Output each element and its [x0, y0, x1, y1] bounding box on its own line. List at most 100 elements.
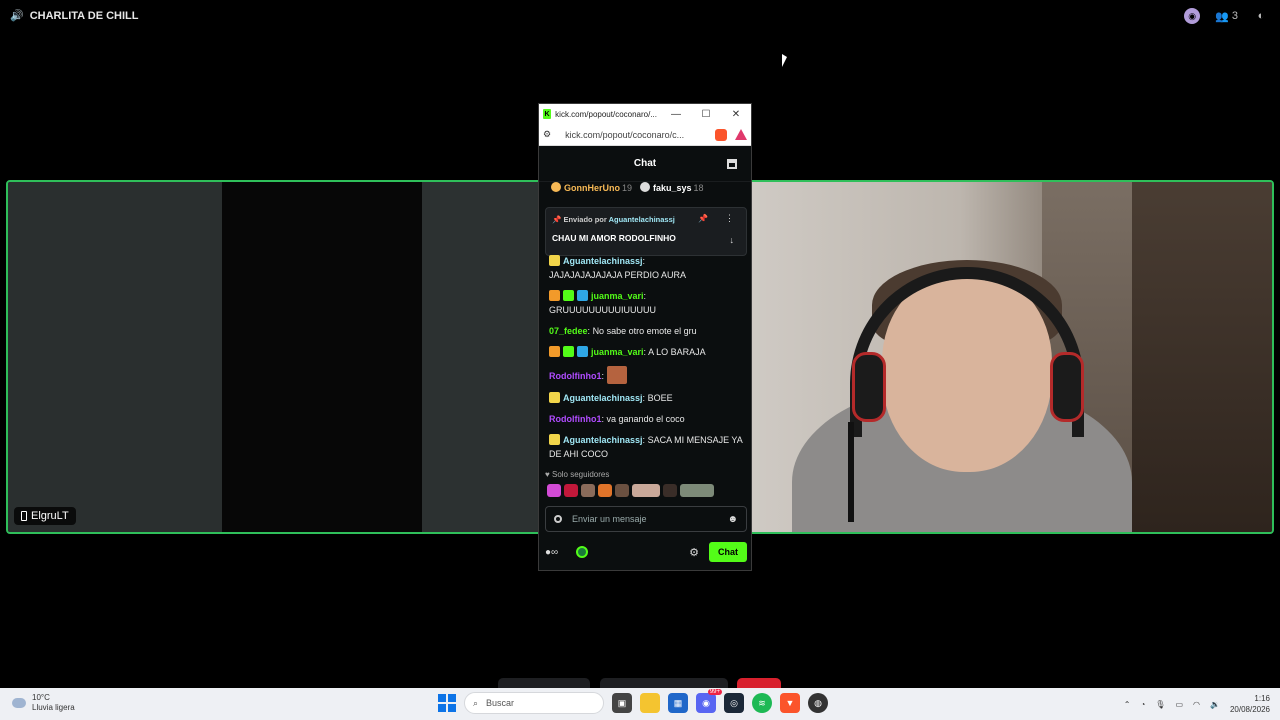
- inbox-icon[interactable]: ◐: [1252, 7, 1270, 25]
- search-icon: ⌕: [473, 697, 479, 708]
- kick-points-icon[interactable]: ●∞: [545, 547, 558, 558]
- rain-cloud-icon: [12, 698, 26, 708]
- spotify-icon[interactable]: ≋: [752, 693, 772, 713]
- url-text[interactable]: kick.com/popout/coconaro/c...: [559, 129, 707, 140]
- taskbar-search[interactable]: ⌕ Buscar: [464, 692, 604, 714]
- wifi-icon[interactable]: ◠: [1193, 700, 1200, 709]
- maximize-button[interactable]: ☐: [691, 109, 721, 120]
- chat-username[interactable]: juanma_vari: [591, 347, 644, 357]
- microsoft-store-icon[interactable]: ▦: [668, 693, 688, 713]
- emote-3[interactable]: [581, 484, 595, 497]
- shield-icon: [554, 515, 562, 523]
- chevron-up-icon[interactable]: ⌃: [1124, 700, 1131, 709]
- chat-message: 07_fedee: No sabe otro emote el gru: [549, 326, 697, 336]
- display-icon[interactable]: ▭: [1175, 700, 1183, 709]
- channel-name: CHARLITA DE CHILL: [29, 9, 139, 22]
- weather-desc: Lluvia ligera: [32, 703, 75, 712]
- task-view-icon[interactable]: ▣: [612, 693, 632, 713]
- obs-icon[interactable]: ◍: [808, 693, 828, 713]
- pinned-message[interactable]: 📌 Enviado por Aguantelachinassj CHAU MI …: [545, 207, 747, 256]
- chat-username[interactable]: Aguantelachinassj: [563, 393, 643, 403]
- volume-icon[interactable]: 🔉: [1210, 700, 1220, 709]
- chat-message: Aguantelachinassj: SACA MI MENSAJE YA DE…: [549, 434, 743, 459]
- chatters-icon[interactable]: [727, 159, 737, 169]
- chat-message-text: GRUUUUUUUUUIUUUUU: [549, 305, 656, 315]
- network-tray-icon[interactable]: ◔: [1140, 700, 1145, 709]
- file-explorer-icon[interactable]: [640, 693, 660, 713]
- chat-username[interactable]: Rodolfinho1: [549, 414, 602, 424]
- member-list-button[interactable]: 👥 3: [1215, 10, 1238, 23]
- screen-share-left: [8, 182, 222, 532]
- chat-username[interactable]: 07_fedee: [549, 326, 588, 336]
- emote-1[interactable]: [547, 484, 561, 497]
- top-gifters-bar: GonnHerUno 19 faku_sys 18: [551, 182, 741, 193]
- discord-taskbar-icon[interactable]: ◉ 99+: [696, 689, 722, 713]
- more-options-icon[interactable]: ⋮: [725, 213, 734, 224]
- emote-4[interactable]: [598, 484, 612, 497]
- weather-widget[interactable]: 10°C Lluvia ligera: [12, 693, 75, 713]
- screen-share-dark-area: [222, 182, 422, 532]
- clock[interactable]: 1:16 20/08/2026: [1230, 693, 1270, 715]
- boost-badge-icon: [577, 290, 588, 301]
- system-tray: ⌃ ◔ 🎙 ▭ ◠ 🔉 1:16 20/08/2026: [1124, 693, 1270, 715]
- call-controls-peek[interactable]: [498, 678, 590, 688]
- disconnect-button-peek[interactable]: [737, 678, 781, 688]
- chat-username[interactable]: Aguantelachinassj: [563, 256, 643, 266]
- microphone-icon[interactable]: 🎙: [1155, 700, 1165, 709]
- chat-input-placeholder[interactable]: Enviar un mensaje: [572, 514, 647, 524]
- steam-icon[interactable]: ◎: [724, 693, 744, 713]
- minimize-button[interactable]: —: [661, 109, 691, 120]
- kick-coin-icon[interactable]: [576, 546, 589, 558]
- windows-taskbar: 10°C Lluvia ligera ⌕ Buscar ▣ ▦ ◉ 99+ ◎ ≋…: [0, 688, 1280, 720]
- emote-5[interactable]: [615, 484, 629, 497]
- pin-icon[interactable]: 📌: [698, 214, 708, 223]
- windows-start-icon[interactable]: [438, 694, 456, 712]
- chat-message-text: No sabe otro emote el gru: [592, 326, 697, 336]
- gear-icon[interactable]: ⚙: [689, 546, 699, 559]
- expand-down-icon[interactable]: ↓: [730, 235, 735, 245]
- weather-temp: 10°C: [32, 693, 50, 702]
- participant-name: ElgruLT: [31, 510, 69, 522]
- chat-message: Aguantelachinassj: JAJAJAJAJAJAJA PERDIO…: [549, 255, 687, 280]
- gifter-2[interactable]: faku_sys 18: [640, 182, 704, 193]
- brave-shield-icon[interactable]: [715, 128, 727, 141]
- emote-8[interactable]: [680, 484, 714, 497]
- chat-emote[interactable]: [606, 366, 627, 384]
- chat-message-text: A LO BARAJA: [648, 347, 706, 357]
- brave-rewards-icon[interactable]: [735, 129, 747, 140]
- address-bar[interactable]: ⚙ kick.com/popout/coconaro/c...: [539, 124, 751, 146]
- chat-input[interactable]: Enviar un mensaje ☻: [545, 506, 747, 532]
- pinned-by: 📌 Enviado por Aguantelachinassj: [552, 215, 675, 224]
- chat-message-text: va ganando el coco: [606, 414, 685, 424]
- emote-2[interactable]: [564, 484, 578, 497]
- chat-username[interactable]: Rodolfinho1: [549, 371, 602, 381]
- voice-channel-header: 🔊 CHARLITA DE CHILL ◉ 👥 3 ◐: [0, 0, 1280, 32]
- clock-time: 1:16: [1254, 694, 1270, 703]
- screen-share-controls-peek[interactable]: [600, 678, 728, 688]
- chat-header: Chat: [539, 146, 751, 182]
- window-titlebar[interactable]: K kick.com/popout/coconaro/... — ☐ ✕: [539, 104, 751, 124]
- chat-username[interactable]: Aguantelachinassj: [563, 435, 643, 445]
- discord-activity-icon[interactable]: ◉: [1183, 7, 1201, 25]
- emote-6[interactable]: [632, 484, 660, 497]
- site-settings-icon[interactable]: ⚙: [543, 129, 551, 140]
- participant-name-tag: ElgruLT: [14, 507, 76, 525]
- send-chat-button[interactable]: Chat: [709, 542, 747, 562]
- emote-7[interactable]: [663, 484, 677, 497]
- brave-browser-icon[interactable]: ▼: [780, 693, 800, 713]
- emoji-picker-icon[interactable]: ☻: [727, 514, 738, 525]
- webcam-feed: [752, 182, 1272, 532]
- chat-username[interactable]: juanma_vari: [591, 291, 644, 301]
- close-button[interactable]: ✕: [721, 109, 751, 120]
- chat-message: juanma_vari: A LO BARAJA: [549, 345, 745, 359]
- chat-message-list: Aguantelachinassj: JAJAJAJAJAJAJA PERDIO…: [549, 254, 745, 468]
- crown-badge-icon: [549, 346, 560, 357]
- emote-quick-bar: [547, 484, 714, 497]
- chat-footer: ●∞ ⚙ Chat: [545, 541, 747, 563]
- gift-badge-icon: [563, 290, 574, 301]
- kick-chat-popout-window[interactable]: K kick.com/popout/coconaro/... — ☐ ✕ ⚙ k…: [538, 103, 752, 571]
- gifter-1[interactable]: GonnHerUno 19: [551, 182, 632, 193]
- mobile-icon: [21, 511, 27, 521]
- clock-date: 20/08/2026: [1229, 705, 1270, 714]
- chat-title: Chat: [633, 158, 657, 169]
